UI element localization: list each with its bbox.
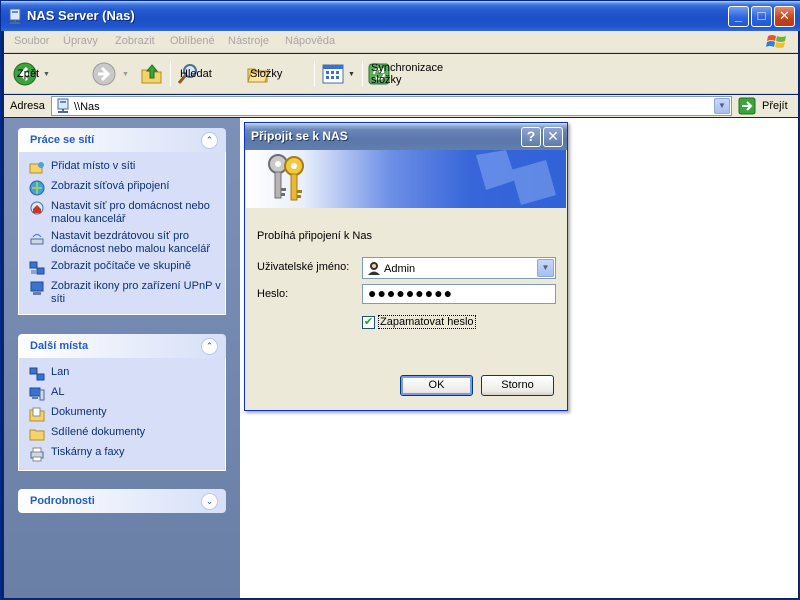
place-documents[interactable]: Dokumenty xyxy=(29,406,225,422)
windows-logo-icon xyxy=(766,35,786,48)
printer-icon xyxy=(30,447,44,462)
expand-chevron-icon[interactable]: ⌄ xyxy=(201,493,218,510)
user-icon xyxy=(368,262,380,275)
menu-file[interactable]: Soubor xyxy=(14,35,49,47)
toolbar-separator xyxy=(170,61,171,87)
add-network-place-icon xyxy=(29,162,44,174)
back-dropdown-icon[interactable]: ▼ xyxy=(43,71,50,78)
address-bar: Adresa \\Nas ▼ Přejít xyxy=(4,95,798,117)
address-input[interactable]: \\Nas ▼ xyxy=(51,96,732,116)
window-title: NAS Server (Nas) xyxy=(27,8,135,23)
other-places-panel: Další místa ⌃ Lan AL Dokumenty Sdílené d… xyxy=(18,334,226,471)
menu-tools[interactable]: Nástroje xyxy=(228,35,269,47)
upnp-icon xyxy=(30,281,44,295)
place-lan[interactable]: Lan xyxy=(29,366,225,382)
task-pane: Práce se sítí ⌃ Přidat místo v síti Zobr… xyxy=(4,118,240,598)
address-dropdown-icon[interactable]: ▼ xyxy=(714,98,730,114)
network-drive-icon xyxy=(57,98,69,113)
address-label: Adresa xyxy=(10,100,45,112)
details-panel: Podrobnosti ⌄ xyxy=(18,489,226,513)
views-icon xyxy=(322,64,344,84)
username-value: Admin xyxy=(384,263,416,275)
connection-status-text: Probíhá připojení k Nas xyxy=(257,230,372,242)
minimize-button[interactable]: _ xyxy=(728,6,749,27)
menu-favorites[interactable]: Oblíbené xyxy=(170,35,215,47)
forward-dropdown-icon[interactable]: ▼ xyxy=(122,71,129,78)
collapse-chevron-icon[interactable]: ⌃ xyxy=(201,132,218,149)
go-arrow-icon xyxy=(738,97,756,115)
dialog-body: Probíhá připojení k Nas Uživatelské jmén… xyxy=(245,208,567,410)
toolbar: Zpět ▼ ▼ Hledat Složky ▼ Synchronizace s… xyxy=(4,54,798,94)
workgroup-computers-icon xyxy=(29,261,45,275)
dialog-close-button[interactable]: ✕ xyxy=(543,127,563,147)
details-header[interactable]: Podrobnosti ⌄ xyxy=(18,489,226,513)
menu-edit[interactable]: Úpravy xyxy=(63,35,98,47)
collapse-chevron-icon[interactable]: ⌃ xyxy=(201,338,218,355)
ok-button[interactable]: OK xyxy=(400,375,473,396)
password-field[interactable]: ●●●●●●●●● xyxy=(362,284,556,304)
menu-bar: Soubor Úpravy Zobrazit Oblíbené Nástroje… xyxy=(4,31,798,53)
toolbar-separator xyxy=(362,61,363,87)
network-connections-icon xyxy=(29,180,45,196)
task-wireless-network[interactable]: Nastavit bezdrátovou síť pro domácnost n… xyxy=(29,230,225,256)
address-value: \\Nas xyxy=(74,101,100,113)
forward-button[interactable]: ▼ xyxy=(92,60,129,88)
menu-help[interactable]: Nápověda xyxy=(285,35,335,47)
forward-arrow-icon xyxy=(92,62,116,86)
keys-icon xyxy=(268,154,304,201)
back-button[interactable]: Zpět ▼ xyxy=(13,60,50,88)
task-workgroup-computers[interactable]: Zobrazit počítače ve skupině xyxy=(29,260,225,276)
title-bar[interactable]: NAS Server (Nas) _ □ ✕ xyxy=(1,1,800,31)
dialog-title-bar[interactable]: Připojit se k NAS ? ✕ xyxy=(245,123,567,150)
other-places-header[interactable]: Další místa ⌃ xyxy=(18,334,226,358)
connect-dialog: Připojit se k NAS ? ✕ Probíhá připojení … xyxy=(244,122,568,411)
up-folder-icon xyxy=(141,64,162,84)
toolbar-separator xyxy=(314,61,315,87)
network-tasks-panel: Práce se sítí ⌃ Přidat místo v síti Zobr… xyxy=(18,128,226,315)
computer-icon xyxy=(29,387,45,401)
views-button[interactable]: ▼ xyxy=(321,60,355,88)
network-icon xyxy=(29,367,45,381)
dialog-title: Připojit se k NAS xyxy=(251,129,348,143)
views-dropdown-icon[interactable]: ▼ xyxy=(348,71,355,78)
sync-folder-button[interactable]: Synchronizace složky xyxy=(367,60,443,88)
wireless-network-icon xyxy=(30,234,44,245)
network-tasks-header[interactable]: Práce se sítí ⌃ xyxy=(18,128,226,152)
documents-folder-icon xyxy=(29,407,45,422)
close-button[interactable]: ✕ xyxy=(774,6,795,27)
username-label: Uživatelské jméno: xyxy=(257,261,350,273)
shared-folder-icon xyxy=(29,429,45,441)
home-network-icon xyxy=(30,201,44,215)
task-upnp-devices[interactable]: Zobrazit ikony pro zařízení UPnP v síti xyxy=(29,280,225,306)
task-add-network-place[interactable]: Přidat místo v síti xyxy=(29,160,225,176)
menu-view[interactable]: Zobrazit xyxy=(115,35,155,47)
go-button[interactable]: Přejít xyxy=(738,96,788,116)
task-home-network[interactable]: Nastavit síť pro domácnost nebo malou ka… xyxy=(29,200,225,226)
up-folder-button[interactable] xyxy=(140,60,164,88)
help-button[interactable]: ? xyxy=(521,127,541,147)
other-places-list: Lan AL Dokumenty Sdílené dokumenty Tiská… xyxy=(18,358,226,471)
place-shared-documents[interactable]: Sdílené dokumenty xyxy=(29,426,225,442)
folders-button[interactable]: Složky xyxy=(246,60,282,88)
username-dropdown-icon[interactable]: ▼ xyxy=(537,259,554,277)
network-tasks-list: Přidat místo v síti Zobrazit síťová přip… xyxy=(18,152,226,315)
search-button[interactable]: Hledat xyxy=(176,60,212,88)
dialog-banner xyxy=(246,150,566,208)
cancel-button[interactable]: Storno xyxy=(481,375,554,396)
password-label: Heslo: xyxy=(257,288,289,300)
maximize-button[interactable]: □ xyxy=(751,6,772,27)
username-combobox[interactable]: Admin ▼ xyxy=(362,257,556,279)
place-al[interactable]: AL xyxy=(29,386,225,402)
network-drive-icon xyxy=(9,8,21,24)
place-printers-faxes[interactable]: Tiskárny a faxy xyxy=(29,446,225,462)
banner-watermark-icon xyxy=(476,150,556,205)
task-network-connections[interactable]: Zobrazit síťová připojení xyxy=(29,180,225,196)
explorer-window: NAS Server (Nas) _ □ ✕ Soubor Úpravy Zob… xyxy=(0,0,800,600)
remember-password-label[interactable]: Zapamatovat heslo xyxy=(378,315,476,329)
remember-password-checkbox[interactable]: ✔ xyxy=(362,316,375,329)
